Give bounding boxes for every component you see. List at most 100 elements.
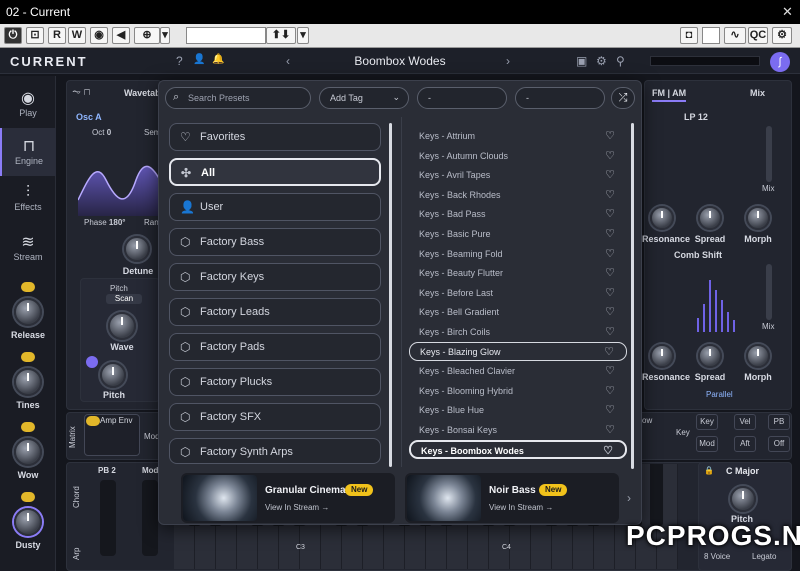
chevron-right-icon[interactable]: ›: [627, 491, 631, 505]
heart-icon[interactable]: ♡: [605, 227, 615, 240]
view-in-stream-link[interactable]: View In Stream →: [489, 503, 553, 512]
category-factory-leads[interactable]: ⬡ Factory Leads: [169, 298, 381, 326]
legato-toggle[interactable]: Legato: [752, 552, 776, 561]
lock-icon[interactable]: 🔒: [704, 466, 714, 475]
preset-scrollbar[interactable]: [631, 123, 634, 469]
help-icon[interactable]: ?: [176, 54, 183, 68]
compare-button[interactable]: ⊡: [26, 27, 44, 44]
location-icon[interactable]: ⚲: [616, 54, 625, 68]
category-user[interactable]: 👤 User: [169, 193, 381, 221]
sidebar-item-stream[interactable]: ≋ Stream: [0, 224, 56, 272]
routing-dropdown[interactable]: ▾: [160, 27, 170, 44]
detune-knob[interactable]: [124, 236, 150, 262]
wow-knob[interactable]: [14, 438, 42, 466]
resonance-knob[interactable]: [650, 206, 674, 230]
chord-label[interactable]: Chord: [72, 486, 81, 508]
promo-card-granular-cinema[interactable]: Granular Cinema New View In Stream →: [181, 473, 395, 523]
filter-type[interactable]: LP 12: [684, 112, 708, 122]
list-item-hovered[interactable]: Keys - Blazing Glow ♡: [409, 342, 627, 361]
host-select[interactable]: [702, 27, 720, 44]
camera-icon[interactable]: ◘: [680, 27, 698, 44]
key-button[interactable]: Key: [696, 414, 718, 430]
bell-icon[interactable]: 🔔: [212, 54, 224, 65]
sidebar-item-engine[interactable]: ⊓ Engine: [0, 128, 56, 176]
preset-title[interactable]: Boombox Wodes: [300, 54, 500, 68]
parallel-label[interactable]: Parallel: [706, 390, 733, 399]
list-item[interactable]: Keys - Beauty Flutter ♡: [409, 264, 627, 283]
pitch-bend-wheel[interactable]: [100, 480, 116, 556]
heart-icon[interactable]: ♡: [605, 364, 615, 377]
preset-dropdown[interactable]: ▾: [297, 27, 309, 44]
category-factory-plucks[interactable]: ⬡ Factory Plucks: [169, 368, 381, 396]
pb-button[interactable]: PB: [768, 414, 790, 430]
heart-icon[interactable]: ♡: [605, 129, 615, 142]
morph-knob-2[interactable]: [746, 344, 770, 368]
shuffle-icon[interactable]: ⤮: [611, 87, 635, 109]
category-all[interactable]: ✣ All: [169, 158, 381, 186]
aft-button[interactable]: Aft: [734, 436, 756, 452]
sidebar-item-effects[interactable]: ⫶ Effects: [0, 176, 56, 224]
arp-label[interactable]: Arp: [72, 548, 81, 560]
wow-mod-badge[interactable]: [21, 422, 35, 432]
heart-icon[interactable]: ♡: [605, 266, 615, 279]
meter-icon[interactable]: ∿: [724, 27, 746, 44]
list-item[interactable]: Keys - Avril Tapes ♡: [409, 166, 627, 185]
mod-button[interactable]: Mod: [696, 436, 718, 452]
list-item[interactable]: Keys - Blooming Hybrid ♡: [409, 382, 627, 401]
category-factory-synth-arps[interactable]: ⬡ Factory Synth Arps: [169, 438, 381, 464]
routing-button[interactable]: ⊕: [134, 27, 160, 44]
heart-icon[interactable]: ♡: [605, 168, 615, 181]
list-item[interactable]: Keys - Bleached Clavier ♡: [409, 362, 627, 381]
write-button[interactable]: W: [68, 27, 86, 44]
list-item[interactable]: Keys - Before Last ♡: [409, 284, 627, 303]
close-icon[interactable]: ✕: [782, 4, 793, 20]
resonance-knob-2[interactable]: [650, 344, 674, 368]
category-factory-keys[interactable]: ⬡ Factory Keys: [169, 263, 381, 291]
category-favorites[interactable]: ♡ Favorites: [169, 123, 381, 151]
dusty-knob[interactable]: [14, 508, 42, 536]
off-button[interactable]: Off: [768, 436, 790, 452]
heart-icon[interactable]: ♡: [605, 149, 615, 162]
wave-knob[interactable]: [108, 312, 136, 340]
pitch-knob[interactable]: [100, 362, 126, 388]
dusty-mod-badge[interactable]: [21, 492, 35, 502]
list-item[interactable]: Keys - Blue Hue ♡: [409, 401, 627, 420]
heart-icon[interactable]: ♡: [605, 247, 615, 260]
promo-card-noir-bass[interactable]: Noir Bass New View In Stream →: [405, 473, 619, 523]
qc-button[interactable]: QC: [748, 27, 768, 44]
record-button[interactable]: ◉: [90, 27, 108, 44]
piano-black-key[interactable]: [650, 464, 663, 526]
next-preset-icon[interactable]: ›: [506, 54, 510, 68]
heart-icon[interactable]: ♡: [603, 444, 613, 457]
list-item-selected[interactable]: Keys - Boombox Wodes ♡: [409, 440, 627, 459]
preset-field[interactable]: [186, 27, 266, 44]
list-item[interactable]: Keys - Basic Pure ♡: [409, 225, 627, 244]
view-in-stream-link[interactable]: View In Stream →: [265, 503, 329, 512]
scan-button[interactable]: Scan: [106, 294, 142, 304]
user-icon[interactable]: 👤: [193, 54, 205, 65]
tines-mod-badge[interactable]: [21, 352, 35, 362]
list-item[interactable]: Keys - Bell Gradient ♡: [409, 303, 627, 322]
list-item[interactable]: Keys - Bad Pass ♡: [409, 205, 627, 224]
search-input[interactable]: Search Presets ⌕: [165, 87, 311, 109]
filter-dropdown-2[interactable]: -: [417, 87, 507, 109]
prev-preset-icon[interactable]: ‹: [286, 54, 290, 68]
settings-icon[interactable]: ⚙: [596, 54, 607, 68]
back-button[interactable]: ◀: [112, 27, 130, 44]
scale-select[interactable]: C Major: [726, 466, 759, 476]
heart-icon[interactable]: ♡: [605, 207, 615, 220]
power-button[interactable]: ⏻: [4, 27, 22, 44]
category-factory-bass[interactable]: ⬡ Factory Bass: [169, 228, 381, 256]
sidebar-item-play[interactable]: ◉ Play: [0, 80, 56, 128]
add-tag-dropdown[interactable]: Add Tag ⌄: [319, 87, 409, 109]
matrix-label[interactable]: Matrix: [68, 426, 77, 448]
list-item[interactable]: Keys - Back Rhodes ♡: [409, 186, 627, 205]
vel-button[interactable]: Vel: [734, 414, 756, 430]
heart-icon[interactable]: ♡: [605, 325, 615, 338]
category-scrollbar[interactable]: [389, 123, 392, 467]
release-mod-badge[interactable]: [21, 282, 35, 292]
mod-wheel[interactable]: [142, 480, 158, 556]
mix-fader[interactable]: [766, 126, 772, 182]
wave-shape-icons[interactable]: ⏦ ⊓: [72, 86, 90, 99]
heart-icon[interactable]: ♡: [605, 403, 615, 416]
